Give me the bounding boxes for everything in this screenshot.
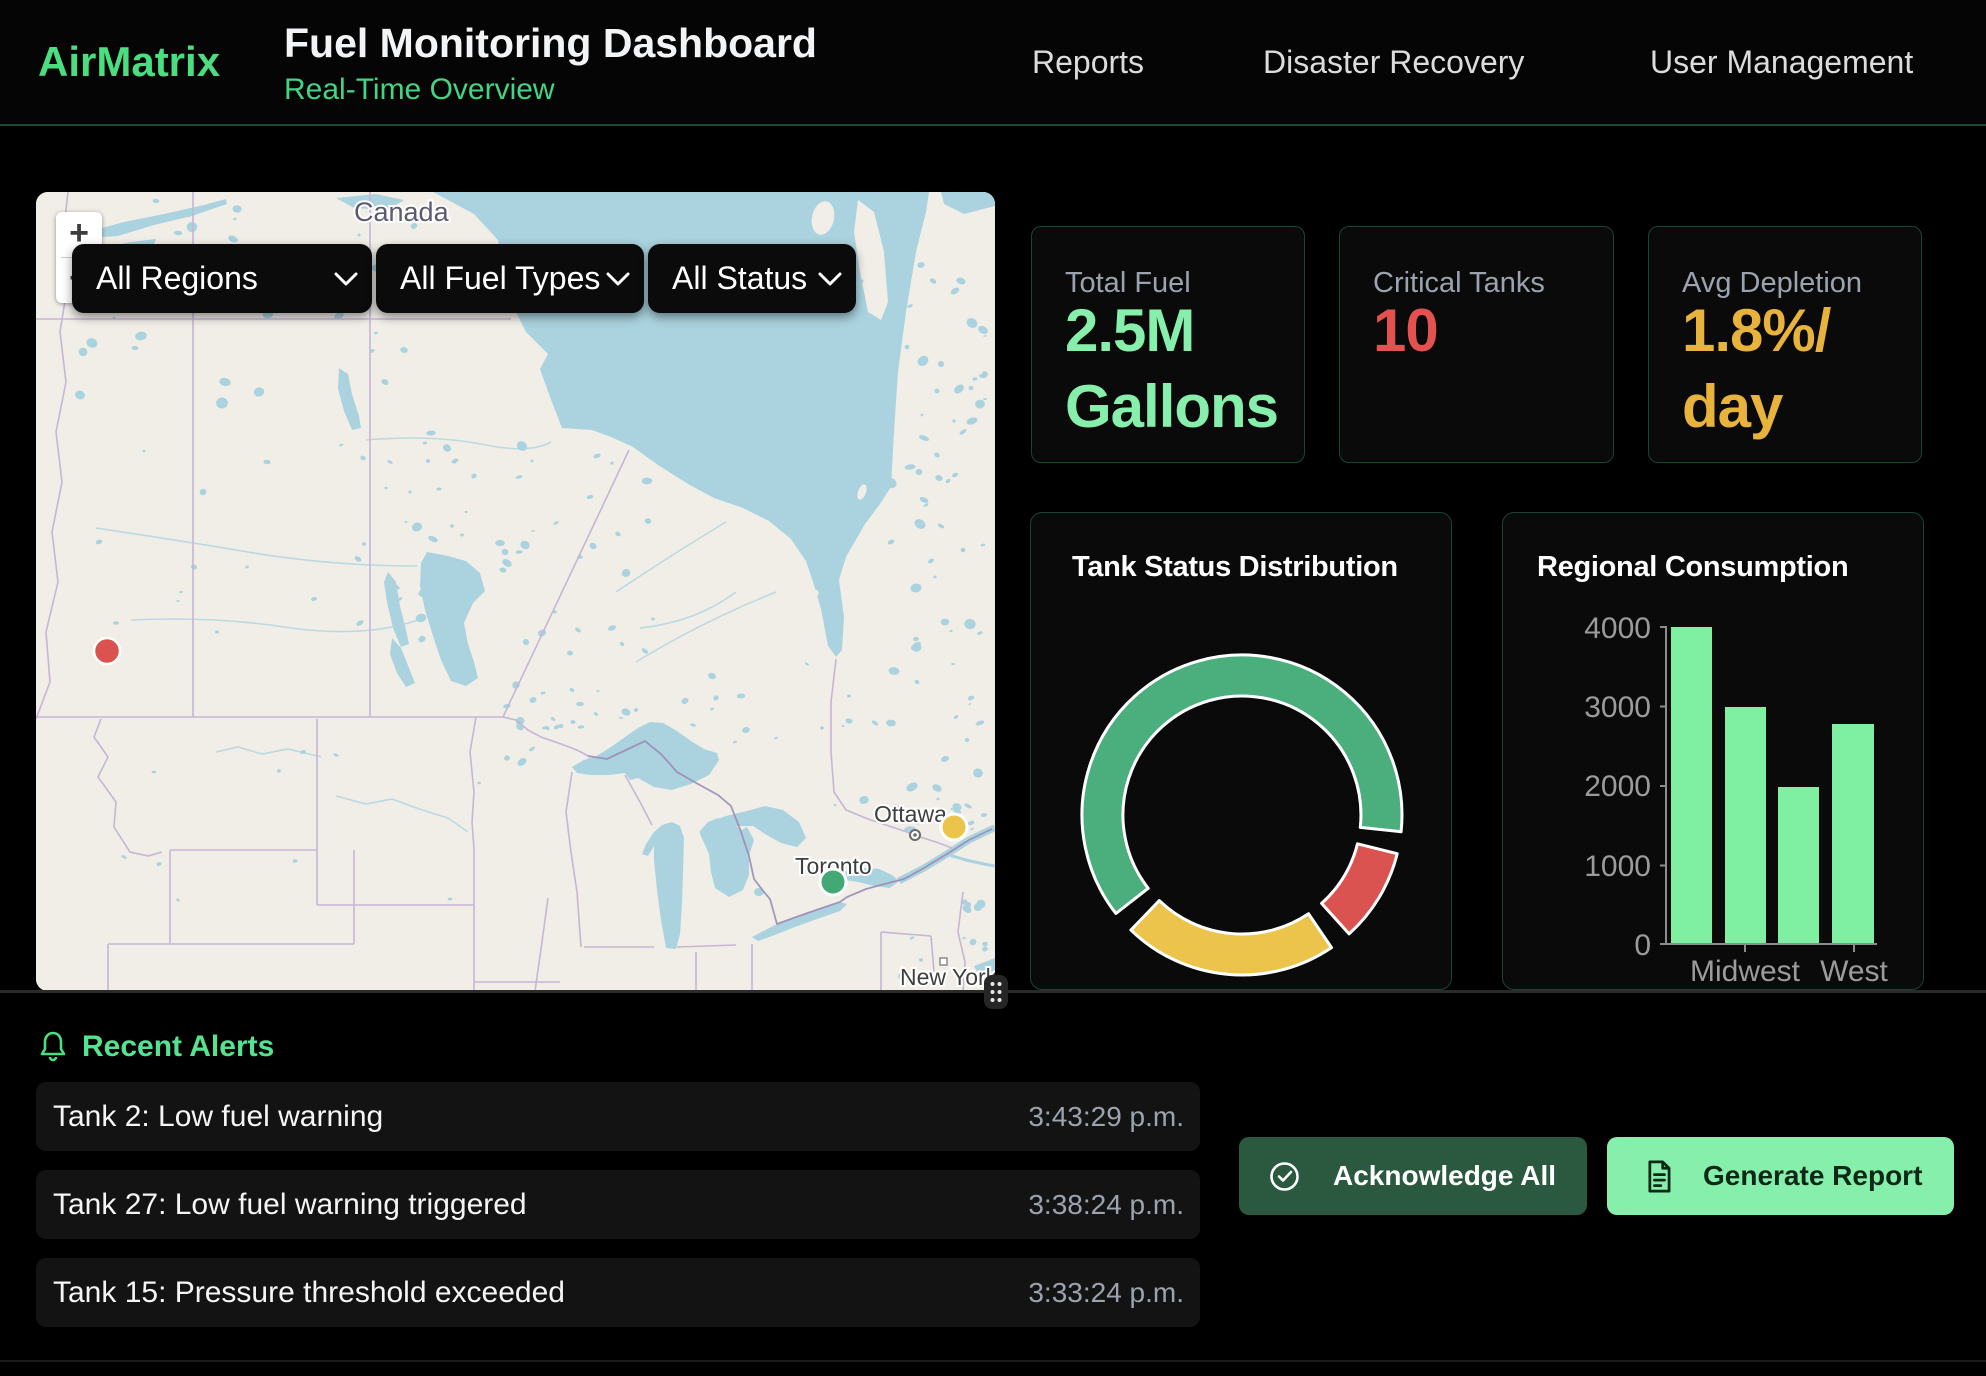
svg-text:Midwest: Midwest <box>1690 955 1801 988</box>
svg-text:Ottawa: Ottawa <box>874 801 947 827</box>
svg-text:3000: 3000 <box>1584 691 1651 724</box>
svg-text:Canada: Canada <box>354 197 450 227</box>
svg-text:West: West <box>1820 955 1888 988</box>
svg-text:New York: New York <box>900 964 995 990</box>
svg-text:2000: 2000 <box>1584 770 1651 803</box>
svg-text:0: 0 <box>1634 929 1651 962</box>
svg-text:1000: 1000 <box>1584 850 1651 883</box>
svg-text:4000: 4000 <box>1584 612 1651 645</box>
